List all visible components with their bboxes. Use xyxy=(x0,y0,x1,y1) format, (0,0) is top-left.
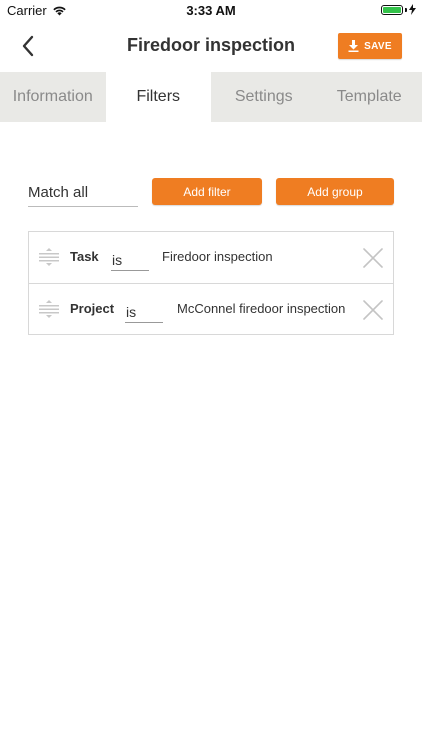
filter-row: Project is McConnel firedoor inspection xyxy=(29,284,393,335)
navigation-bar: Firedoor inspection SAVE xyxy=(0,20,422,72)
filter-row: Task is Firedoor inspection xyxy=(29,232,393,284)
operator-select[interactable]: is xyxy=(125,297,163,323)
add-filter-button[interactable]: Add filter xyxy=(152,178,262,205)
close-icon xyxy=(363,300,383,320)
match-mode-select[interactable]: Match all xyxy=(28,178,138,207)
filter-value[interactable]: McConnel firedoor inspection xyxy=(177,301,345,316)
download-icon xyxy=(348,40,359,52)
battery-icon xyxy=(381,4,403,15)
battery-cap xyxy=(405,7,407,12)
tab-settings[interactable]: Settings xyxy=(211,72,317,122)
tab-template[interactable]: Template xyxy=(317,72,422,122)
status-time: 3:33 AM xyxy=(186,3,236,18)
filter-list: Task is Firedoor inspection Project is M… xyxy=(28,231,394,335)
save-button[interactable]: SAVE xyxy=(338,33,402,59)
filter-field-label: Project xyxy=(70,301,115,316)
tab-information[interactable]: Information xyxy=(0,72,106,122)
tab-filters[interactable]: Filters xyxy=(105,72,211,122)
drag-handle-icon xyxy=(39,300,59,318)
filter-value[interactable]: Firedoor inspection xyxy=(162,249,273,264)
battery-fill xyxy=(383,6,401,13)
drag-handle-icon xyxy=(39,248,59,266)
remove-filter-button[interactable] xyxy=(363,248,383,268)
operator-select[interactable]: is xyxy=(111,245,149,271)
status-bar: Carrier 3:33 AM xyxy=(0,0,422,20)
charging-bolt-icon xyxy=(409,4,416,15)
add-group-button[interactable]: Add group xyxy=(276,178,394,205)
drag-handle[interactable] xyxy=(39,248,59,271)
save-label: SAVE xyxy=(364,40,392,52)
filter-field-label: Task xyxy=(70,249,99,264)
battery-indicator xyxy=(381,4,416,15)
close-icon xyxy=(363,248,383,268)
drag-handle[interactable] xyxy=(39,300,59,323)
tab-bar: Information Filters Settings Template xyxy=(0,72,422,122)
remove-filter-button[interactable] xyxy=(363,300,383,320)
